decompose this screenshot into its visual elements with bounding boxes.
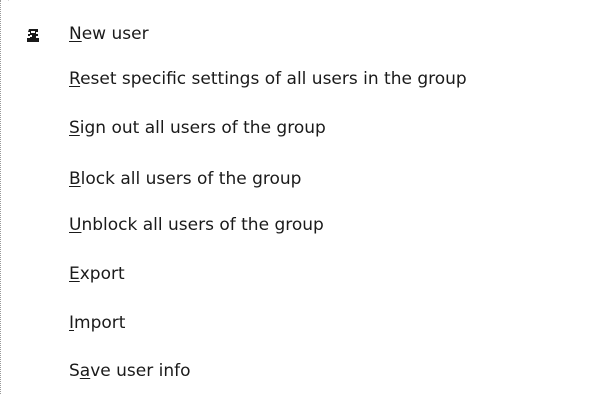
menu-item-label: Sign out all users of the group [69, 118, 326, 138]
window-edge [0, 0, 1, 394]
accelerator-key: N [69, 24, 82, 44]
context-menu-screen: New user Reset specific settings of all … [0, 0, 611, 394]
menu-item-reset-settings[interactable]: Reset specific settings of all users in … [9, 61, 609, 97]
accelerator-key: I [69, 313, 75, 333]
menu-item-unblock-all[interactable]: Unblock all users of the group [9, 207, 609, 243]
context-menu: New user Reset specific settings of all … [9, 0, 611, 394]
menu-item-import[interactable]: Import [9, 305, 609, 341]
user-icon [27, 29, 39, 42]
menu-item-new-user[interactable]: New user [9, 16, 609, 52]
menu-item-block-all[interactable]: Block all users of the group [9, 161, 609, 197]
accelerator-key: R [69, 69, 81, 89]
menu-item-label: Export [69, 264, 125, 284]
menu-item-label: Save user info [69, 361, 191, 381]
menu-item-export[interactable]: Export [9, 256, 609, 292]
accelerator-key: B [69, 169, 81, 189]
menu-item-label: New user [69, 24, 149, 44]
menu-item-label: Import [69, 313, 126, 333]
accelerator-key: E [69, 264, 80, 284]
menu-item-sign-out-all[interactable]: Sign out all users of the group [9, 110, 609, 146]
menu-item-label: Unblock all users of the group [69, 215, 324, 235]
accelerator-key: U [69, 215, 82, 235]
menu-item-label: Reset specific settings of all users in … [69, 69, 467, 89]
accelerator-key: S [69, 118, 80, 138]
menu-item-save-user-info[interactable]: Save user info [9, 353, 609, 389]
accelerator-key: a [79, 361, 91, 381]
menu-item-label: Block all users of the group [69, 169, 302, 189]
